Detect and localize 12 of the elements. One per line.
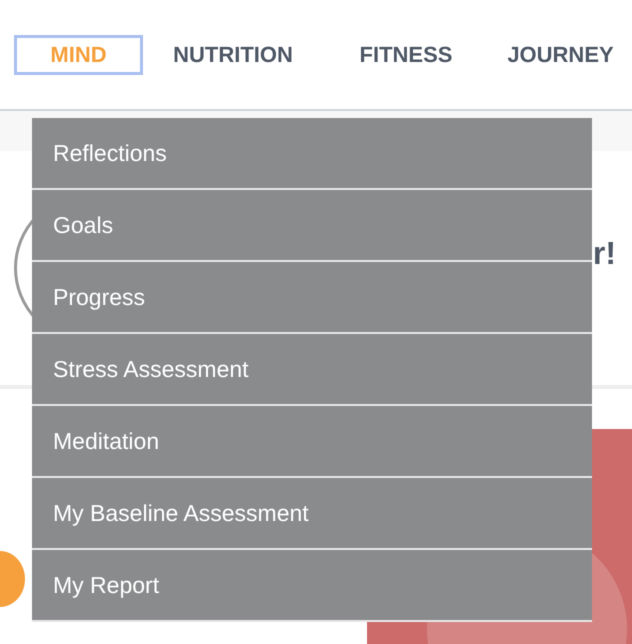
- nav-tab[interactable]: JOURNEY: [489, 34, 632, 74]
- menu-item[interactable]: Reflections: [32, 118, 592, 190]
- nav-tab[interactable]: FITNESS: [323, 34, 489, 74]
- menu-item[interactable]: Stress Assessment: [32, 334, 592, 406]
- menu-item[interactable]: Progress: [32, 262, 592, 334]
- nav-tab[interactable]: NUTRITION: [143, 34, 323, 74]
- menu-item[interactable]: Meditation: [32, 406, 592, 478]
- menu-item[interactable]: My Baseline Assessment: [32, 478, 592, 550]
- menu-item[interactable]: Goals: [32, 190, 592, 262]
- menu-item[interactable]: My Report: [32, 550, 592, 622]
- nav-tab[interactable]: MIND: [14, 34, 143, 74]
- greeting-heading: r!: [592, 234, 616, 272]
